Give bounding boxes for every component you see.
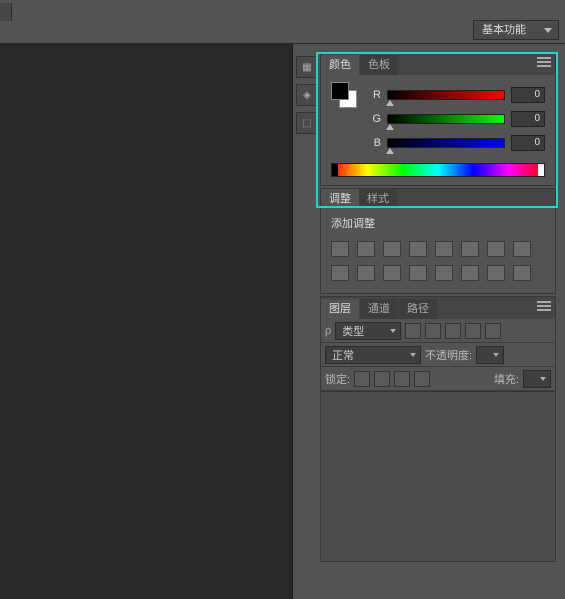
lock-transparent-icon[interactable]	[354, 371, 370, 387]
dock-icon-1[interactable]: ▦	[296, 56, 318, 78]
tab-channels[interactable]: 通道	[360, 299, 398, 319]
fg-bg-swatch[interactable]	[331, 82, 357, 108]
panel-column: 颜色 色板 R 0 G 0 B	[320, 52, 556, 564]
dock-icon-3[interactable]: ⬚	[296, 112, 318, 134]
filter-smart-icon[interactable]	[485, 323, 501, 339]
fill-label: 填充:	[494, 371, 519, 387]
spectrum-bar[interactable]	[331, 163, 545, 177]
r-value-input[interactable]: 0	[511, 87, 545, 103]
tab-styles[interactable]: 样式	[359, 189, 397, 207]
color-lookup-icon[interactable]	[383, 265, 401, 281]
tab-layers[interactable]: 图层	[321, 299, 359, 319]
g-value-input[interactable]: 0	[511, 111, 545, 127]
layers-panel-tabs: 图层 通道 路径	[321, 297, 555, 319]
tab-adjust[interactable]: 调整	[321, 189, 359, 207]
tab-swatches[interactable]: 色板	[360, 55, 398, 75]
r-channel-row: R 0	[331, 83, 545, 107]
g-label: G	[369, 113, 381, 125]
hue-sat-icon[interactable]	[461, 241, 479, 257]
lock-label: 锁定:	[325, 371, 350, 387]
adjust-sub-tabs: 调整 样式	[321, 189, 555, 207]
tab-paths[interactable]: 路径	[399, 299, 437, 319]
lock-all-icon[interactable]	[414, 371, 430, 387]
workspace-dropdown[interactable]: 基本功能	[473, 20, 559, 40]
doc-tab-stub[interactable]	[0, 3, 12, 21]
threshold-icon[interactable]	[461, 265, 479, 281]
bw-icon[interactable]	[513, 241, 531, 257]
g-slider[interactable]	[387, 114, 505, 124]
canvas-area[interactable]	[0, 44, 293, 599]
color-panel-tabs: 颜色 色板	[321, 53, 555, 75]
b-slider[interactable]	[387, 138, 505, 148]
layers-filter-row: ρ 类型	[321, 319, 555, 343]
opacity-input[interactable]	[476, 346, 504, 364]
tab-color[interactable]: 颜色	[321, 55, 359, 75]
vibrance-icon[interactable]	[435, 241, 453, 257]
exposure-icon[interactable]	[409, 241, 427, 257]
b-label: B	[369, 137, 381, 149]
r-slider[interactable]	[387, 90, 505, 100]
filter-pixel-icon[interactable]	[405, 323, 421, 339]
collapsed-dock: ▦ ◈ ⬚	[296, 56, 318, 140]
adjust-title: 添加调整	[331, 215, 545, 231]
layers-panel-menu-icon[interactable]	[537, 301, 551, 313]
adjustments-panel: 调整 样式 添加调整	[320, 188, 556, 294]
layer-list-area[interactable]	[321, 391, 555, 561]
photo-filter-icon[interactable]	[331, 265, 349, 281]
layers-blend-row: 正常 不透明度:	[321, 343, 555, 367]
color-panel: 颜色 色板 R 0 G 0 B	[320, 52, 556, 186]
curves-icon[interactable]	[383, 241, 401, 257]
r-slider-thumb[interactable]	[386, 100, 394, 106]
selective-color-icon[interactable]	[513, 265, 531, 281]
channel-mixer-icon[interactable]	[357, 265, 375, 281]
filter-shape-icon[interactable]	[465, 323, 481, 339]
levels-icon[interactable]	[357, 241, 375, 257]
color-balance-icon[interactable]	[487, 241, 505, 257]
filter-type-icon[interactable]	[445, 323, 461, 339]
filter-adjust-icon[interactable]	[425, 323, 441, 339]
foreground-swatch[interactable]	[331, 82, 349, 100]
b-slider-thumb[interactable]	[386, 148, 394, 154]
dock-icon-2[interactable]: ◈	[296, 84, 318, 106]
adjust-body: 添加调整	[321, 207, 555, 293]
r-label: R	[369, 89, 381, 101]
color-panel-menu-icon[interactable]	[537, 57, 551, 69]
fill-input[interactable]	[523, 370, 551, 388]
filter-kind-dropdown[interactable]: 类型	[335, 322, 401, 340]
b-value-input[interactable]: 0	[511, 135, 545, 151]
blend-mode-dropdown[interactable]: 正常	[325, 346, 421, 364]
layers-panel: 图层 通道 路径 ρ 类型 正常 不透明度: 锁定: 填充:	[320, 296, 556, 562]
top-bar: 基本功能	[0, 0, 565, 44]
lock-position-icon[interactable]	[394, 371, 410, 387]
g-slider-thumb[interactable]	[386, 124, 394, 130]
lock-image-icon[interactable]	[374, 371, 390, 387]
invert-icon[interactable]	[409, 265, 427, 281]
adjust-icon-row	[331, 237, 545, 285]
gradient-map-icon[interactable]	[487, 265, 505, 281]
color-panel-body: R 0 G 0 B 0	[321, 75, 555, 185]
posterize-icon[interactable]	[435, 265, 453, 281]
b-channel-row: B 0	[331, 131, 545, 155]
g-channel-row: G 0	[331, 107, 545, 131]
search-icon: ρ	[325, 325, 331, 337]
brightness-contrast-icon[interactable]	[331, 241, 349, 257]
layers-lock-row: 锁定: 填充:	[321, 367, 555, 391]
opacity-label: 不透明度:	[425, 347, 472, 363]
